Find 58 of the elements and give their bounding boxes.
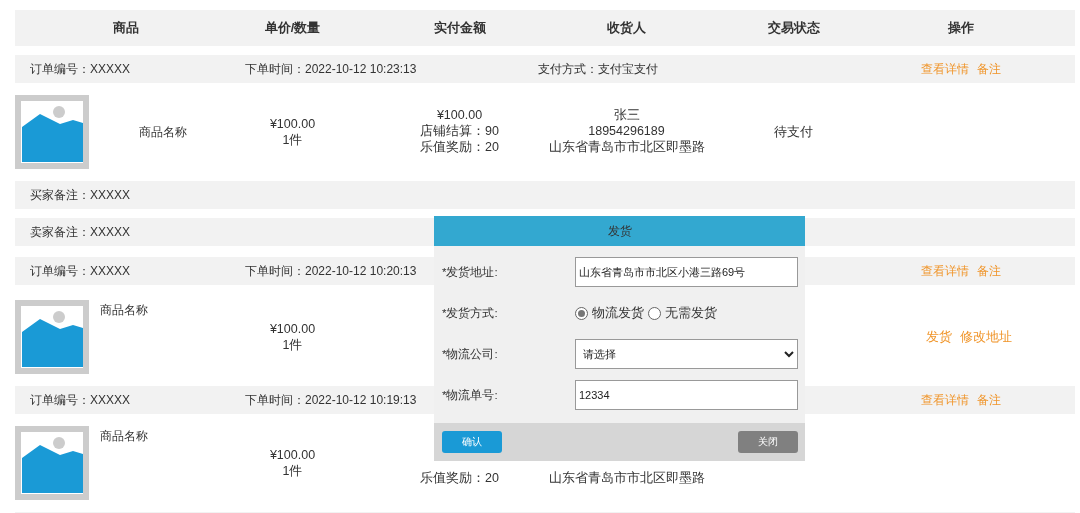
select-field[interactable]: 请选择 — [575, 339, 798, 369]
quantity: 1件 — [282, 336, 303, 353]
action-link[interactable]: 修改地址 — [959, 328, 1012, 345]
image-placeholder-icon — [15, 95, 89, 169]
order-link[interactable]: 查看详情 — [920, 60, 969, 78]
order-time: 下单时间：2022-10-12 10:23:13 — [245, 60, 417, 78]
product-name: 商品名称 — [100, 302, 148, 319]
receiver-text: 18954296189 — [588, 123, 665, 139]
order-link[interactable]: 备注 — [976, 60, 1001, 78]
unit-price: ¥100.00 — [269, 116, 316, 132]
input-field[interactable]: 12334 — [575, 380, 798, 410]
action-link[interactable]: 发货 — [925, 328, 952, 345]
order-link[interactable]: 备注 — [976, 391, 1001, 409]
receiver-text: 山东省青岛市市北区即墨路 — [548, 139, 705, 155]
dialog-title: 发货 — [607, 222, 632, 240]
receiver-text: 山东省青岛市市北区即墨路 — [548, 470, 705, 486]
order-number: 订单编号：XXXXX — [30, 262, 131, 280]
column-header: 单价/数量 — [264, 19, 321, 37]
order-time: 下单时间：2022-10-12 10:19:13 — [245, 391, 417, 409]
amount-text: ¥100.00 — [436, 107, 483, 123]
quantity: 1件 — [282, 462, 303, 479]
field-label: *物流单号: — [442, 387, 499, 403]
product-name: 商品名称 — [100, 428, 148, 445]
image-placeholder-icon — [15, 300, 89, 374]
confirm-button[interactable]: 确认 — [442, 431, 502, 453]
order-link[interactable]: 查看详情 — [920, 262, 969, 280]
payment-method: 支付方式：支付宝支付 — [538, 60, 658, 78]
seller-note: 卖家备注：XXXXX — [30, 223, 131, 241]
amount-text: 店铺结算：90 — [420, 123, 499, 139]
radio-label: 无需发货 — [665, 304, 717, 322]
amount-text: 乐值奖励：20 — [420, 139, 499, 155]
field-label: *发货方式: — [442, 305, 499, 321]
order-number: 订单编号：XXXXX — [30, 60, 131, 78]
buyer-note: 买家备注：XXXXX — [30, 186, 131, 204]
input-field[interactable]: 山东省青岛市市北区小港三路69号 — [575, 257, 798, 287]
quantity: 1件 — [282, 132, 303, 148]
radio-button[interactable] — [575, 306, 588, 320]
close-button[interactable]: 关闭 — [738, 431, 798, 453]
receiver-text: 张三 — [613, 107, 640, 123]
unit-price: ¥100.00 — [269, 320, 316, 337]
order-number: 订单编号：XXXXX — [30, 391, 131, 409]
column-header: 收货人 — [607, 19, 646, 37]
order-time: 下单时间：2022-10-12 10:20:13 — [245, 262, 417, 280]
radio-label: 物流发货 — [592, 304, 644, 322]
unit-price: ¥100.00 — [269, 446, 316, 463]
radio-button[interactable] — [648, 306, 661, 320]
field-label: *物流公司: — [442, 346, 499, 362]
order-link[interactable]: 备注 — [976, 262, 1001, 280]
order-link[interactable]: 查看详情 — [920, 391, 969, 409]
amount-text: 乐值奖励：20 — [420, 470, 499, 486]
column-header: 商品 — [112, 19, 139, 37]
column-header: 实付金额 — [433, 19, 486, 37]
column-header: 操作 — [947, 19, 974, 37]
column-header: 交易状态 — [767, 19, 820, 37]
order-status: 待支付 — [774, 124, 813, 140]
image-placeholder-icon — [15, 426, 89, 500]
product-name: 商品名称 — [139, 123, 187, 141]
field-label: *发货地址: — [442, 264, 499, 280]
